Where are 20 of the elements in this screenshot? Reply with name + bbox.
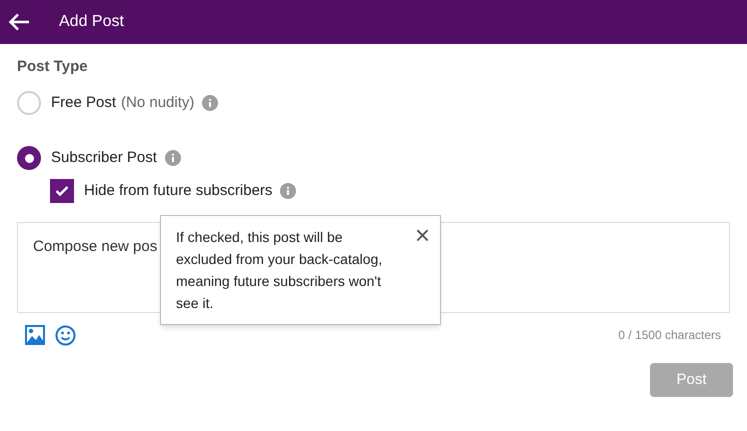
checkbox[interactable] bbox=[50, 179, 74, 203]
info-icon[interactable] bbox=[280, 183, 296, 199]
radio-button[interactable] bbox=[17, 91, 41, 115]
image-icon[interactable] bbox=[25, 325, 45, 345]
header-title: Add Post bbox=[59, 12, 124, 32]
option-label: Free Post bbox=[51, 92, 116, 113]
compose-placeholder: Compose new pos bbox=[33, 238, 158, 255]
checkmark-icon bbox=[55, 185, 69, 197]
section-label: Post Type bbox=[17, 57, 88, 77]
checkbox-label: Hide from future subscribers bbox=[84, 180, 272, 201]
info-icon[interactable] bbox=[202, 95, 218, 111]
emoji-icon[interactable] bbox=[55, 324, 76, 346]
tooltip-text: If checked, this post will be excluded from your back-catalog, meaning future subscribers won't see it. bbox=[176, 228, 384, 313]
info-icon[interactable] bbox=[164, 150, 181, 166]
character-counter: 0 / 1500 characters bbox=[618, 327, 721, 344]
option-note: (No nudity) bbox=[121, 92, 194, 113]
radio-button[interactable] bbox=[17, 146, 41, 170]
back-arrow-icon[interactable] bbox=[8, 13, 30, 31]
close-button[interactable]: × bbox=[414, 222, 430, 248]
option-label: Subscriber Post bbox=[51, 148, 157, 168]
